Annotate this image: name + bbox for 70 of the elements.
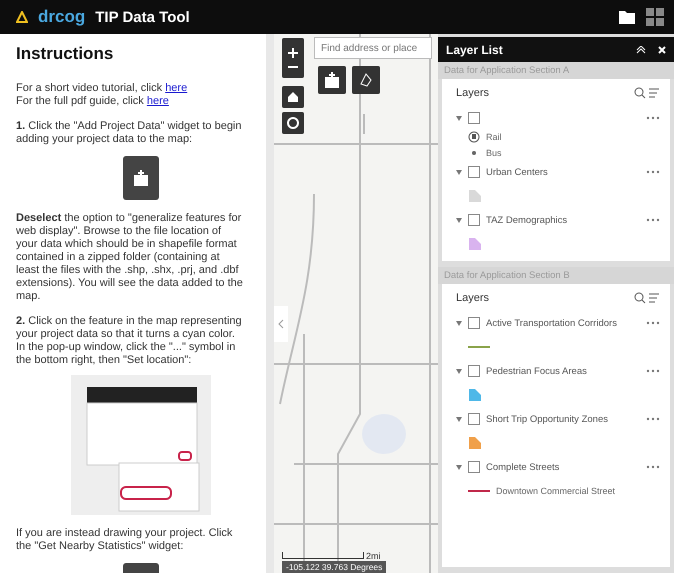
instruction-paragraph: Deselect the option to "generalize features for web display". Browse to the file location of your data which should be in shapefile format contained in a zipped folder (containing at least the files with the .shp, .shx, .prj, and .dbf extensions). You will see the data added to the map. [16,212,244,303]
home-button[interactable] [282,86,304,108]
layer-name: Pedestrian Focus Areas [486,366,587,376]
polygon-icon [358,72,374,88]
app-title: TIP Data Tool [95,8,190,26]
search-field[interactable]: Find address or place [314,37,432,59]
expand-caret-icon[interactable] [456,218,462,222]
circle-icon [286,116,300,130]
plus-icon[interactable] [288,48,298,58]
panel-title: Layer List [446,42,504,56]
layer-checkbox[interactable] [468,317,480,329]
add-data-button[interactable] [318,66,346,94]
add-data-icon [322,70,342,90]
logo-triangle-icon [16,11,28,23]
instruction-paragraph: 2. Click on the feature in the map representing your project data so that it turns a cyan color. In the pop-up window, click the "..." symbol in the bottom right, then "Set location": [16,315,243,367]
instruction-text: For a short video tutorial, click [16,82,162,94]
zoom-control[interactable] [282,38,304,78]
draw-widget-button[interactable] [352,66,380,94]
chevron-left-icon [278,319,284,329]
more-options-icon[interactable] [646,321,660,325]
layer-name: Active Transportation Corridors [486,318,617,328]
layer-name: Urban Centers [486,166,548,178]
layer-checkbox[interactable] [468,166,480,178]
search-filter-icon[interactable] [634,292,660,304]
more-options-icon[interactable] [646,369,660,373]
scale-label: 2mi [366,551,381,561]
expand-caret-icon[interactable] [456,170,462,174]
legend-label: Downtown Commercial Street [496,486,616,496]
search-filter-icon[interactable] [634,87,660,99]
layer-checkbox[interactable] [468,112,480,124]
grid-icon[interactable] [646,8,664,26]
expand-caret-icon[interactable] [456,416,462,422]
collapse-icon[interactable] [636,46,646,54]
more-options-icon[interactable] [646,465,660,469]
logo: drcog [38,7,86,27]
expand-caret-icon[interactable] [456,320,462,326]
layers-heading: Layers [456,292,490,304]
here-link[interactable]: here [165,82,188,94]
more-options-icon[interactable] [646,417,660,421]
add-data-icon [131,168,151,188]
folder-icon[interactable] [618,9,636,25]
layer-checkbox[interactable] [468,214,480,226]
instruction-text: For the full pdf guide, click [16,95,144,107]
instructions-title: Instructions [16,44,114,64]
layer-name: Short Trip Opportunity Zones [486,414,608,424]
layer-checkbox[interactable] [468,365,480,377]
expand-caret-icon[interactable] [456,464,462,470]
section-header: Data for Application Section B [438,267,674,284]
layers-heading: Layers [456,87,490,99]
layer-name: Complete Streets [486,462,560,472]
expand-caret-icon[interactable] [456,368,462,374]
more-options-icon[interactable] [646,170,660,174]
layer-checkbox[interactable] [468,461,480,473]
coordinates-readout: -105.122 39.763 Degrees [282,561,386,573]
here-link[interactable]: here [146,95,169,107]
legend-label: Bus [486,148,502,158]
locate-button[interactable] [282,112,304,134]
home-icon [287,91,299,103]
collapse-tab[interactable] [274,306,288,342]
instruction-paragraph: If you are instead drawing your project. Click the "Get Nearby Statistics" widget: [16,527,234,553]
legend-label: Rail [486,132,502,142]
expand-caret-icon[interactable] [456,116,462,120]
layer-checkbox[interactable] [468,413,480,425]
more-options-icon[interactable] [646,218,660,222]
train-icon [468,131,480,143]
section-header: Data for Application Section A [438,62,674,79]
layer-name: TAZ Demographics [486,214,568,226]
close-icon[interactable] [658,46,666,54]
more-options-icon[interactable] [646,116,660,120]
instruction-paragraph: 1. Click the "Add Project Data" widget to begin adding your project data to the map: [16,120,242,146]
